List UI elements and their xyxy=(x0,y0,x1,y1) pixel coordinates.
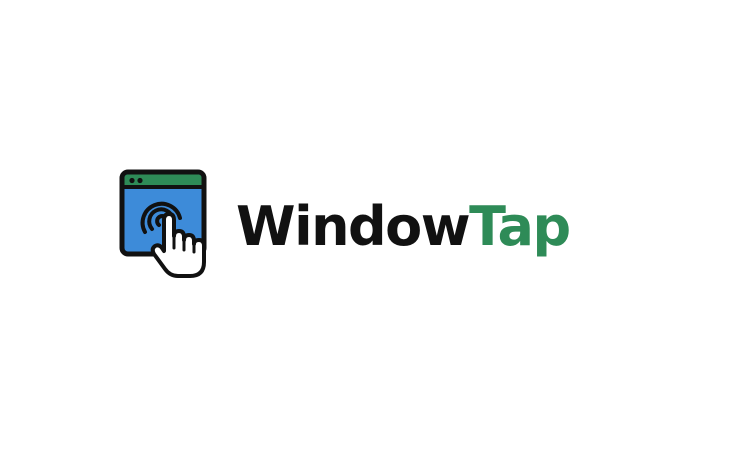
browser-window-tap-icon xyxy=(119,169,207,278)
brand-wordmark: WindowTap xyxy=(236,200,571,254)
wordmark-window: Window xyxy=(236,195,471,258)
windowtap-logo: WindowTap xyxy=(118,166,571,282)
wordmark-tap: Tap xyxy=(469,195,571,258)
